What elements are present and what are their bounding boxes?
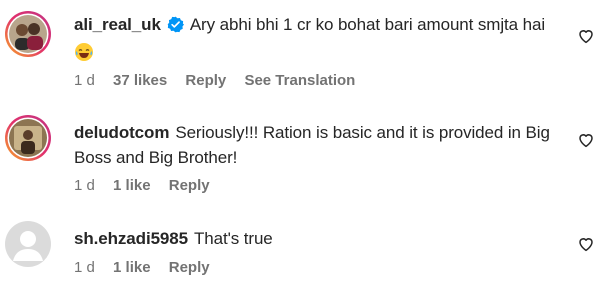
comment-age: 1 d bbox=[74, 72, 95, 89]
avatar[interactable] bbox=[4, 220, 52, 268]
reply-button[interactable]: Reply bbox=[169, 259, 210, 276]
reply-button[interactable]: Reply bbox=[169, 177, 210, 194]
avatar[interactable] bbox=[4, 10, 52, 58]
comment-item: sh.ehzadi5985 That's true 1 d 1 like Repl… bbox=[0, 200, 599, 281]
comment-age: 1 d bbox=[74, 177, 95, 194]
comment-item: deludotcom Seriously!!! Ration is basic a… bbox=[0, 100, 599, 200]
comment-text: Ary abhi bhi 1 cr ko bohat bari amount s… bbox=[189, 15, 546, 34]
comment-text: That's true bbox=[193, 229, 273, 248]
likes-count[interactable]: 1 like bbox=[113, 259, 151, 276]
comment-age: 1 d bbox=[74, 259, 95, 276]
username[interactable]: ali_real_uk bbox=[74, 15, 161, 34]
heart-icon[interactable] bbox=[577, 131, 595, 149]
reply-button[interactable]: Reply bbox=[185, 72, 226, 89]
heart-icon[interactable] bbox=[577, 235, 595, 253]
comment-item: ali_real_uk Ary abhi bhi 1 cr ko bohat ba… bbox=[0, 0, 599, 100]
laughing-tears-emoji-icon bbox=[74, 42, 94, 62]
see-translation-button[interactable]: See Translation bbox=[244, 72, 355, 89]
heart-icon[interactable] bbox=[577, 27, 595, 45]
verified-badge-icon bbox=[167, 15, 184, 40]
username[interactable]: sh.ehzadi5985 bbox=[74, 229, 188, 248]
likes-count[interactable]: 37 likes bbox=[113, 72, 167, 89]
likes-count[interactable]: 1 like bbox=[113, 177, 151, 194]
username[interactable]: deludotcom bbox=[74, 123, 169, 142]
avatar[interactable] bbox=[4, 114, 52, 162]
